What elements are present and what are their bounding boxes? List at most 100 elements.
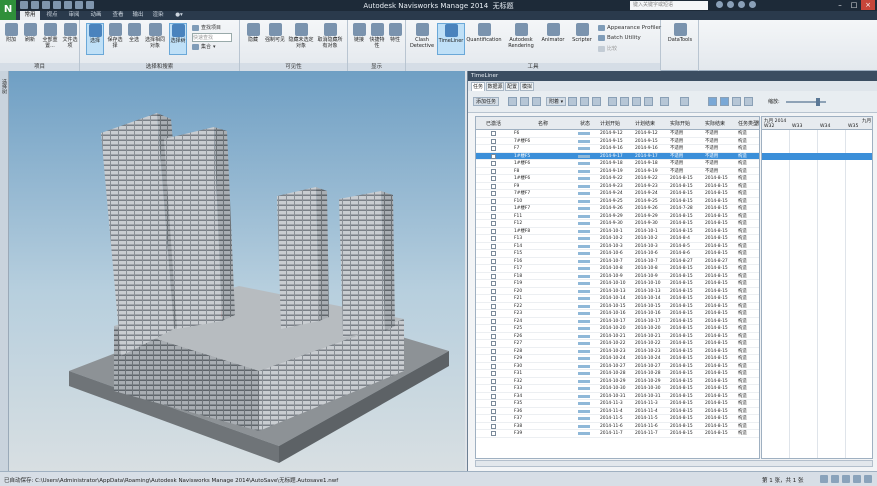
table-row[interactable]: F7 2014-9-16 2014-9-16 不适用 不适用 构造 — [476, 145, 759, 153]
tab-simulate[interactable]: 模拟 — [520, 82, 534, 91]
active-checkbox[interactable] — [491, 206, 496, 211]
active-checkbox[interactable] — [491, 423, 496, 429]
animator-button[interactable]: Animator — [539, 23, 567, 55]
active-checkbox[interactable] — [491, 266, 496, 271]
application-menu-button[interactable]: N — [0, 0, 16, 20]
timeliner-button[interactable]: TimeLiner — [437, 23, 465, 55]
batch-utility-button[interactable]: Batch Utility — [598, 35, 641, 41]
active-checkbox[interactable] — [491, 183, 496, 189]
tab-view[interactable]: 查看 — [108, 11, 128, 20]
table-row[interactable]: F32 2014-10-29 2014-10-29 2014-8-15 2014-8-1… — [476, 378, 759, 385]
col-actual-end[interactable]: 实际结束 — [705, 120, 725, 127]
table-row[interactable]: F34 2014-10-31 2014-10-31 2014-8-15 2014-8-1… — [476, 393, 759, 400]
hide-button[interactable]: 隐藏 — [244, 23, 262, 55]
active-checkbox[interactable] — [491, 258, 496, 264]
append-button[interactable]: 附加 — [2, 23, 20, 55]
table-row[interactable]: F27 2014-10-22 2014-10-22 2014-8-15 2014-8-1… — [476, 340, 759, 348]
quick-properties-button[interactable]: 快捷特性 — [368, 23, 386, 55]
table-row[interactable]: F8 2014-9-19 2014-9-19 不适用 不适用 构造 — [476, 168, 759, 175]
active-checkbox[interactable] — [491, 251, 496, 256]
3d-viewport[interactable] — [9, 71, 465, 471]
tab-more-icon[interactable]: ●▾ — [172, 11, 186, 20]
active-checkbox[interactable] — [491, 213, 496, 219]
find-items-button[interactable]: 查找项目 — [192, 24, 221, 31]
move-up-icon[interactable] — [632, 97, 641, 106]
auto-add-icon[interactable] — [520, 97, 529, 106]
active-checkbox[interactable] — [491, 198, 496, 204]
show-gantt-icon[interactable] — [708, 97, 717, 106]
col-active[interactable]: 已激活 — [486, 120, 501, 127]
col-planned-end[interactable]: 计划结束 — [635, 120, 655, 127]
planned-gantt-icon[interactable] — [720, 97, 729, 106]
sets-dropdown[interactable]: 集合 ▾ — [192, 43, 216, 50]
star-icon[interactable] — [727, 1, 734, 8]
col-actual-start[interactable]: 实际开始 — [670, 120, 690, 127]
active-checkbox[interactable] — [491, 221, 496, 226]
table-row[interactable]: F26 2014-10-21 2014-10-21 2014-8-15 2014-8-1… — [476, 333, 759, 340]
quantification-button[interactable]: Quantification — [466, 23, 502, 55]
indent-icon[interactable] — [608, 97, 617, 106]
file-options-button[interactable]: 文件选项 — [61, 23, 79, 55]
table-row[interactable]: F22 2014-10-15 2014-10-15 2014-8-15 2014-8-1… — [476, 303, 759, 310]
table-row[interactable]: F18 2014-10-9 2014-10-9 2014-8-15 2014-8-15 构… — [476, 273, 759, 280]
active-checkbox[interactable] — [491, 311, 496, 316]
close-icon[interactable]: × — [861, 0, 875, 10]
links-button[interactable]: 链接 — [350, 23, 368, 55]
table-row[interactable]: F20 2014-10-13 2014-10-13 2014-8-15 2014-8-1… — [476, 288, 759, 295]
sign-in-icon[interactable] — [738, 1, 745, 8]
active-checkbox[interactable] — [491, 401, 496, 406]
reset-all-button[interactable]: 全部重置... — [40, 23, 60, 55]
table-row[interactable]: F25 2014-10-20 2014-10-20 2014-8-15 2014-8-1… — [476, 325, 759, 333]
table-row[interactable]: F29 2014-10-24 2014-10-24 2014-8-15 2014-8-1… — [476, 355, 759, 363]
table-row[interactable]: F28 2014-10-23 2014-10-23 2014-8-15 2014-8-1… — [476, 348, 759, 355]
search-input[interactable]: 键入关键字或短语 — [630, 1, 708, 10]
active-checkbox[interactable] — [491, 281, 496, 286]
table-row[interactable]: F9 2014-9-23 2014-9-23 2014-8-15 2014-8-15 构造 — [476, 183, 759, 190]
table-row[interactable]: 1#楼F7 2014-9-26 2014-9-26 2014-7-28 2014-8-1… — [476, 205, 759, 213]
active-checkbox[interactable] — [491, 236, 496, 241]
table-row[interactable]: 7#楼F7 2014-9-24 2014-9-24 2014-8-15 2014-8-1… — [476, 190, 759, 198]
tab-data-sources[interactable]: 数据源 — [486, 82, 504, 91]
tab-viewpoint[interactable]: 视点 — [42, 11, 62, 20]
move-down-icon[interactable] — [644, 97, 653, 106]
active-checkbox[interactable] — [491, 318, 496, 324]
tab-tasks[interactable]: 任务 — [471, 82, 485, 91]
tab-animation[interactable]: 动画 — [86, 11, 106, 20]
table-row[interactable]: F15 2014-10-6 2014-10-6 2014-8-6 2014-8-15 构造 — [476, 250, 759, 258]
table-row[interactable]: 1#楼F8 2014-10-1 2014-10-1 2014-8-15 2014-8-1… — [476, 228, 759, 235]
refresh-button[interactable]: 刷新 — [21, 23, 39, 55]
table-row[interactable]: F10 2014-9-25 2014-9-25 2014-8-15 2014-8-15 构… — [476, 198, 759, 205]
table-row[interactable]: F6 2014-9-12 2014-9-12 不适用 不适用 构造 — [476, 130, 759, 138]
table-row[interactable]: F24 2014-10-17 2014-10-17 2014-8-15 2014-8-1… — [476, 318, 759, 325]
table-row[interactable]: F11 2014-9-29 2014-9-29 2014-8-15 2014-8-15 构… — [476, 213, 759, 220]
col-attached[interactable]: 附 — [756, 120, 759, 127]
horizontal-scrollbar[interactable] — [475, 460, 873, 467]
appearance-profiler-button[interactable]: Appearance Profiler — [598, 25, 661, 31]
active-checkbox[interactable] — [491, 303, 496, 309]
compare-button[interactable]: 比较 — [598, 45, 617, 52]
outdent-icon[interactable] — [620, 97, 629, 106]
tab-output[interactable]: 输出 — [128, 11, 148, 20]
binoculars-icon[interactable] — [716, 1, 723, 8]
active-checkbox[interactable] — [491, 348, 496, 354]
require-button[interactable]: 强制可见 — [264, 23, 286, 55]
col-planned-start[interactable]: 计划开始 — [600, 120, 620, 127]
select-all-button[interactable]: 全选 — [125, 23, 143, 55]
maximize-icon[interactable]: □ — [847, 0, 861, 10]
table-row[interactable]: F33 2014-10-30 2014-10-30 2014-8-15 2014-8-1… — [476, 385, 759, 393]
properties-button[interactable]: 特性 — [386, 23, 404, 55]
nav-first-icon[interactable] — [820, 475, 828, 483]
table-row[interactable]: F14 2014-10-3 2014-10-3 2014-8-5 2014-8-15 构造 — [476, 243, 759, 250]
table-row[interactable]: 1#楼F6 2014-9-22 2014-9-22 2014-8-15 2014-8-1… — [476, 175, 759, 183]
zoom-slider-thumb[interactable] — [816, 98, 820, 106]
selection-tree-button[interactable]: 选择树 — [169, 23, 187, 55]
active-checkbox[interactable] — [491, 371, 496, 376]
table-row[interactable]: F37 2014-11-5 2014-11-5 2014-8-15 2014-8-15 构… — [476, 415, 759, 423]
table-row[interactable]: F17 2014-10-8 2014-10-8 2014-8-15 2014-8-15 构… — [476, 265, 759, 273]
planned-actual-icon[interactable] — [744, 97, 753, 106]
table-row[interactable]: F16 2014-10-7 2014-10-7 2014-8-27 2014-8-27 构… — [476, 258, 759, 265]
col-status[interactable]: 状态 — [580, 120, 590, 127]
table-row[interactable]: F13 2014-10-2 2014-10-2 2014-8-4 2014-8-15 构造 — [476, 235, 759, 243]
active-checkbox[interactable] — [491, 408, 496, 414]
active-checkbox[interactable] — [491, 356, 496, 361]
